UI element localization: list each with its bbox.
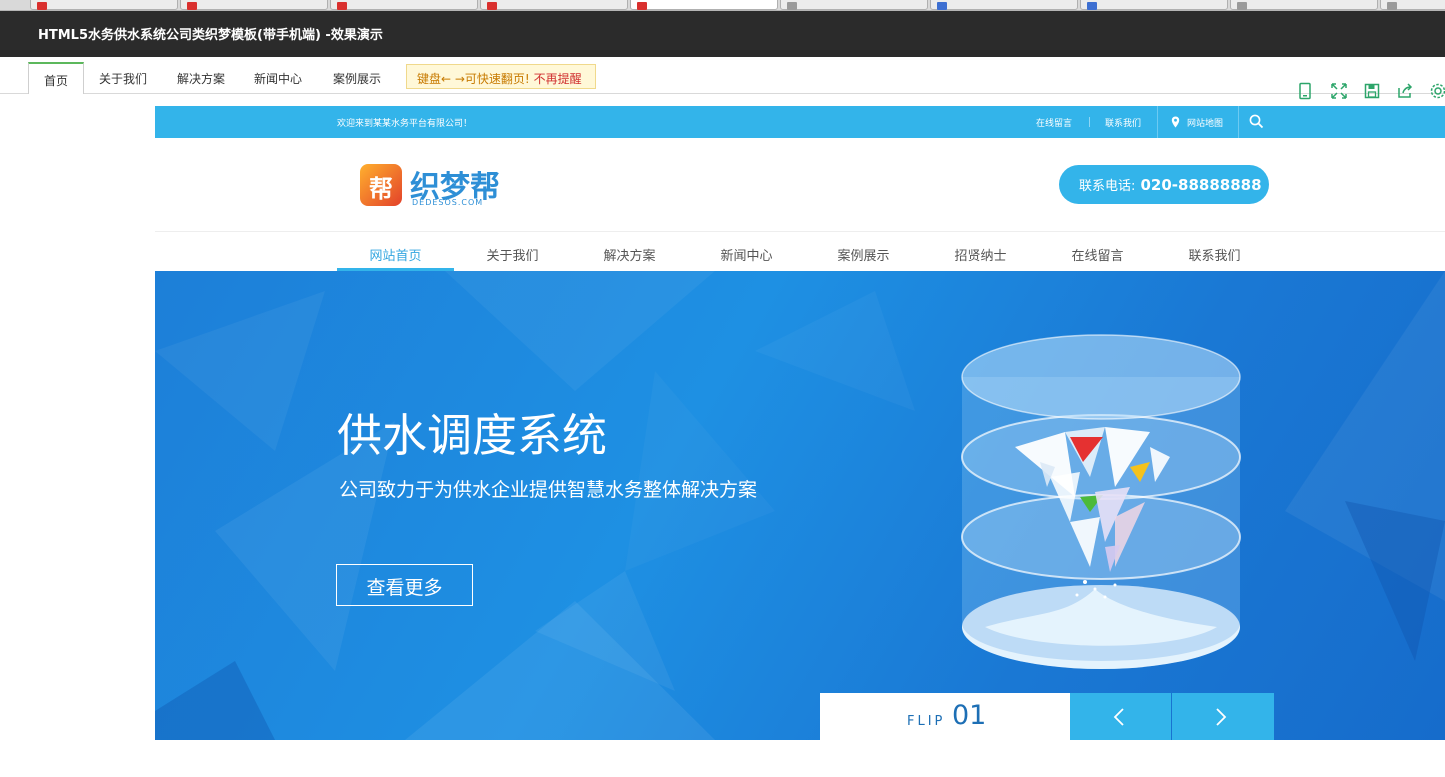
fullscreen-icon[interactable]: [1330, 82, 1352, 104]
browser-tab[interactable]: [780, 0, 928, 10]
settings-icon[interactable]: [1429, 82, 1445, 104]
demo-title-bar: HTML5水务供水系统公司类织梦模板(带手机端) -效果演示: [0, 11, 1445, 57]
browser-tab[interactable]: [480, 0, 628, 10]
phone-number: 020-88888888: [1140, 176, 1262, 194]
phone-label: 联系电话:: [1079, 179, 1136, 194]
keyboard-hint-text: 键盘← →可快速翻页!: [417, 72, 530, 86]
divider: [0, 93, 28, 94]
browser-tab[interactable]: [930, 0, 1078, 10]
demo-tab-nav: 首页 关于我们 解决方案 新闻中心 案例展示 键盘← →可快速翻页! 不再提醒: [0, 57, 1445, 94]
nav-item-about[interactable]: 关于我们: [454, 232, 571, 271]
nav-item-cases[interactable]: 案例展示: [805, 232, 922, 271]
hero-banner: 供水调度系统 公司致力于为供水企业提供智慧水务整体解决方案 查看更多 FLIP …: [155, 271, 1445, 740]
demo-tab-cases[interactable]: 案例展示: [333, 70, 381, 87]
phone-badge: 联系电话: 020-88888888: [1059, 165, 1269, 204]
page-favicon-icon: [1237, 2, 1247, 10]
browser-tab[interactable]: [1230, 0, 1378, 10]
flip-label: FLIP: [907, 714, 946, 729]
browser-tab[interactable]: [30, 0, 178, 10]
dede-favicon-icon: [187, 2, 197, 10]
nav-item-news[interactable]: 新闻中心: [688, 232, 805, 271]
browser-tab[interactable]: [1380, 0, 1445, 10]
dede-favicon-icon: [637, 2, 647, 10]
site-topbar: 欢迎来到某某水务平台有限公司！ 在线留言 联系我们 网站地图: [155, 106, 1445, 138]
mobile-icon[interactable]: [1296, 82, 1318, 104]
prev-slide-button[interactable]: [1070, 693, 1171, 740]
welcome-text: 欢迎来到某某水务平台有限公司！: [337, 119, 473, 129]
logo-mark-char: 帮: [369, 175, 393, 203]
banner-subtitle: 公司致力于为供水企业提供智慧水务整体解决方案: [339, 479, 758, 501]
search-icon[interactable]: [1249, 114, 1264, 129]
page-favicon-icon: [787, 2, 797, 10]
demo-tab-home[interactable]: 首页: [28, 62, 84, 94]
location-pin-icon: [1171, 116, 1180, 128]
chevron-right-icon: [1216, 708, 1227, 726]
slide-counter: FLIP 01: [820, 693, 1070, 740]
site-logo[interactable]: 帮 织梦帮 DEDESOS.COM: [360, 162, 510, 208]
browser-tab-active[interactable]: [630, 0, 778, 10]
demo-tab-about[interactable]: 关于我们: [99, 70, 147, 87]
database-illustration: [961, 334, 1241, 669]
dede-favicon-icon: [337, 2, 347, 10]
divider: [1238, 106, 1239, 138]
browser-tab[interactable]: [330, 0, 478, 10]
browser-tab[interactable]: [180, 0, 328, 10]
browser-tab-strip: [0, 0, 1445, 11]
next-slide-button[interactable]: [1172, 693, 1274, 740]
no-remind-link[interactable]: 不再提醒: [534, 72, 582, 86]
view-more-button[interactable]: 查看更多: [336, 564, 473, 606]
divider: [1089, 117, 1090, 127]
dede-favicon-icon: [37, 2, 47, 10]
browser-tab[interactable]: [1080, 0, 1228, 10]
logo-mark: 帮: [360, 164, 402, 206]
topbar-link-contact[interactable]: 联系我们: [1105, 116, 1141, 129]
topbar-link-sitemap[interactable]: 网站地图: [1187, 116, 1223, 129]
dede-favicon-icon: [487, 2, 497, 10]
site-header: 帮 织梦帮 DEDESOS.COM 联系电话: 020-88888888: [155, 138, 1445, 232]
page-favicon-icon: [937, 2, 947, 10]
nav-item-solutions[interactable]: 解决方案: [571, 232, 688, 271]
save-icon[interactable]: [1363, 82, 1385, 104]
page-favicon-icon: [1387, 2, 1397, 10]
demo-tab-news[interactable]: 新闻中心: [254, 70, 302, 87]
main-nav: 网站首页 关于我们 解决方案 新闻中心 案例展示 招贤纳士 在线留言 联系我们: [155, 232, 1445, 271]
logo-subtext: DEDESOS.COM: [412, 198, 484, 207]
chevron-left-icon: [1113, 708, 1124, 726]
divider: [1157, 106, 1158, 138]
demo-title: HTML5水务供水系统公司类织梦模板(带手机端) -效果演示: [38, 28, 383, 43]
nav-item-message[interactable]: 在线留言: [1039, 232, 1156, 271]
share-icon[interactable]: [1396, 82, 1418, 104]
nav-item-contact[interactable]: 联系我们: [1156, 232, 1273, 271]
demo-tab-solutions[interactable]: 解决方案: [177, 70, 225, 87]
nav-item-home[interactable]: 网站首页: [337, 232, 454, 271]
flip-number: 01: [952, 700, 987, 731]
keyboard-hint: 键盘← →可快速翻页! 不再提醒: [406, 64, 596, 89]
topbar-link-message[interactable]: 在线留言: [1036, 116, 1072, 129]
page-favicon-icon: [1087, 2, 1097, 10]
banner-title: 供水调度系统: [337, 409, 608, 462]
nav-item-careers[interactable]: 招贤纳士: [922, 232, 1039, 271]
